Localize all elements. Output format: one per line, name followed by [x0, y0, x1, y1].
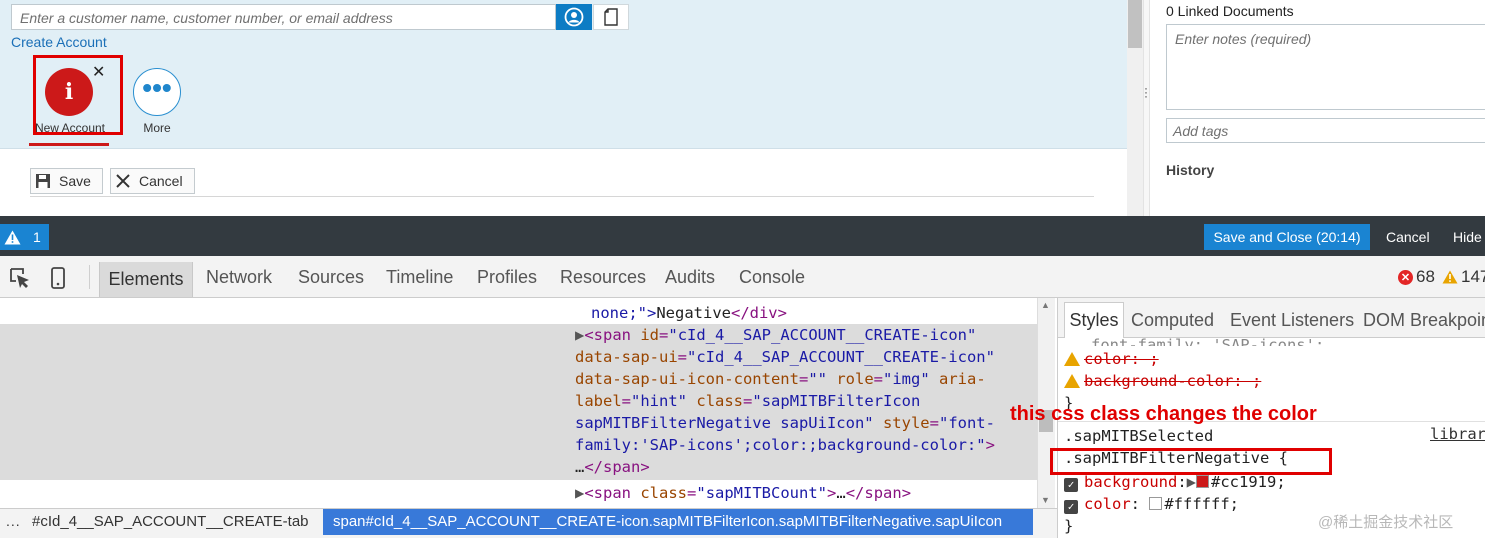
tab-resources[interactable]: Resources — [560, 267, 646, 288]
error-counter[interactable]: ✕ 68 — [1398, 267, 1435, 287]
dom-line[interactable]: ▶<span id="cId_4__SAP_ACCOUNT__CREATE-ic… — [575, 324, 976, 346]
floppy-disk-icon — [36, 174, 50, 188]
scroll-down-arrow-icon[interactable]: ▼ — [1041, 495, 1050, 505]
dom-line[interactable]: family:'SAP-icons';color:;background-col… — [575, 434, 995, 456]
warning-count: 147 — [1461, 267, 1485, 286]
app-scrollbar-thumb[interactable] — [1128, 0, 1142, 48]
toolbar-cancel-button[interactable]: Cancel — [1386, 229, 1430, 245]
device-mode-icon[interactable] — [50, 267, 66, 292]
annotation-caption: this css class changes the color — [1010, 403, 1317, 425]
tab-dom-breakpoints[interactable]: DOM Breakpoints — [1363, 310, 1485, 331]
warning-badge-count: 1 — [33, 229, 41, 245]
warning-badge[interactable]: 1 — [0, 224, 49, 250]
tab-profiles[interactable]: Profiles — [477, 267, 537, 288]
checkbox-checked-icon[interactable]: ✓ — [1064, 500, 1078, 514]
style-line[interactable]: background-color: ; — [1064, 370, 1261, 392]
tab-timeline[interactable]: Timeline — [386, 267, 453, 288]
divider — [30, 196, 1094, 197]
watermark: @稀土掘金技术社区 — [1318, 514, 1454, 531]
breadcrumb-item[interactable]: #cId_4__SAP_ACCOUNT__CREATE-tab — [32, 513, 309, 530]
save-button-label: Save — [59, 173, 91, 189]
more-tab-label: More — [143, 121, 171, 135]
style-line: font-family: 'SAP-icons'; — [1091, 336, 1325, 346]
error-count: 68 — [1416, 267, 1435, 286]
tab-audits[interactable]: Audits — [665, 267, 715, 288]
style-line: } — [1064, 517, 1074, 535]
tab-console[interactable]: Console — [739, 267, 805, 288]
tab-network[interactable]: Network — [206, 267, 272, 288]
style-line[interactable]: ✓ color: #ffffff; — [1064, 493, 1239, 515]
checkbox-checked-icon[interactable]: ✓ — [1064, 478, 1078, 492]
dom-line[interactable]: sapMITBFilterNegative sapUiIcon" style="… — [575, 412, 995, 434]
pane-splitter[interactable] — [1143, 0, 1150, 216]
dom-line[interactable]: ▶<span class="sapMITBCount">…</span> — [575, 482, 911, 504]
more-icon[interactable]: ••• — [133, 68, 181, 116]
save-and-close-button[interactable]: Save and Close (20:14) — [1204, 224, 1370, 250]
error-icon: ✕ — [1398, 269, 1413, 285]
customer-search-button[interactable] — [556, 4, 592, 30]
document-button[interactable] — [593, 4, 629, 30]
tab-event-listeners[interactable]: Event Listeners — [1230, 310, 1354, 331]
history-heading: History — [1166, 162, 1215, 178]
document-icon — [604, 8, 618, 26]
annotation-highlight-box — [1050, 448, 1332, 475]
warning-icon — [4, 230, 21, 244]
dom-line[interactable]: none;">Negative</div> — [591, 302, 787, 324]
dom-line[interactable]: label="hint" class="sapMITBFilterIcon — [575, 390, 920, 412]
style-selector[interactable]: .sapMITBSelected — [1064, 425, 1213, 447]
color-swatch[interactable] — [1149, 497, 1163, 510]
person-search-icon — [564, 7, 584, 27]
tab-separator — [89, 265, 90, 289]
inspect-element-icon[interactable] — [9, 267, 31, 292]
dom-line[interactable]: data-sap-ui="cId_4__SAP_ACCOUNT__CREATE-… — [575, 346, 995, 368]
linked-documents-count[interactable]: 0 Linked Documents — [1166, 3, 1294, 19]
scroll-up-arrow-icon[interactable]: ▲ — [1041, 300, 1050, 310]
info-icon[interactable]: i — [45, 68, 93, 116]
dom-line[interactable]: …</span> — [575, 456, 650, 478]
new-account-tab-label: New Account — [34, 121, 106, 135]
tab-computed[interactable]: Computed — [1131, 310, 1214, 331]
selected-tab-underline — [29, 143, 109, 146]
cancel-x-icon — [116, 174, 130, 188]
customer-search-input[interactable]: Enter a customer name, customer number, … — [11, 4, 556, 30]
cancel-button-label: Cancel — [139, 173, 183, 189]
style-line[interactable]: color: ; — [1064, 348, 1159, 370]
create-account-link[interactable]: Create Account — [11, 34, 107, 50]
save-button[interactable]: Save — [30, 168, 103, 194]
dom-line[interactable]: data-sap-ui-icon-content="" role="img" a… — [575, 368, 986, 390]
color-swatch[interactable] — [1196, 475, 1210, 488]
tab-sources[interactable]: Sources — [298, 267, 364, 288]
toolbar-hide-button[interactable]: Hide — [1453, 229, 1482, 245]
tags-input[interactable]: Add tags — [1166, 118, 1485, 143]
notes-textarea[interactable]: Enter notes (required) — [1166, 24, 1485, 110]
close-icon[interactable]: ✕ — [92, 64, 105, 82]
cancel-button[interactable]: Cancel — [110, 168, 195, 194]
warning-counter[interactable]: 147 — [1442, 267, 1485, 287]
stylesheet-source-link[interactable]: library — [1430, 425, 1485, 443]
splitter-grip-icon[interactable]: · · · — [1144, 82, 1148, 102]
breadcrumb-overflow[interactable]: ... — [6, 513, 21, 529]
breadcrumb-item-selected[interactable]: span#cId_4__SAP_ACCOUNT__CREATE-icon.sap… — [323, 509, 1033, 535]
warning-icon — [1442, 270, 1458, 284]
tab-styles[interactable]: Styles — [1064, 302, 1124, 338]
tab-elements[interactable]: Elements — [99, 262, 193, 297]
invalid-property-warning-icon — [1064, 374, 1080, 388]
invalid-property-warning-icon — [1064, 352, 1080, 366]
